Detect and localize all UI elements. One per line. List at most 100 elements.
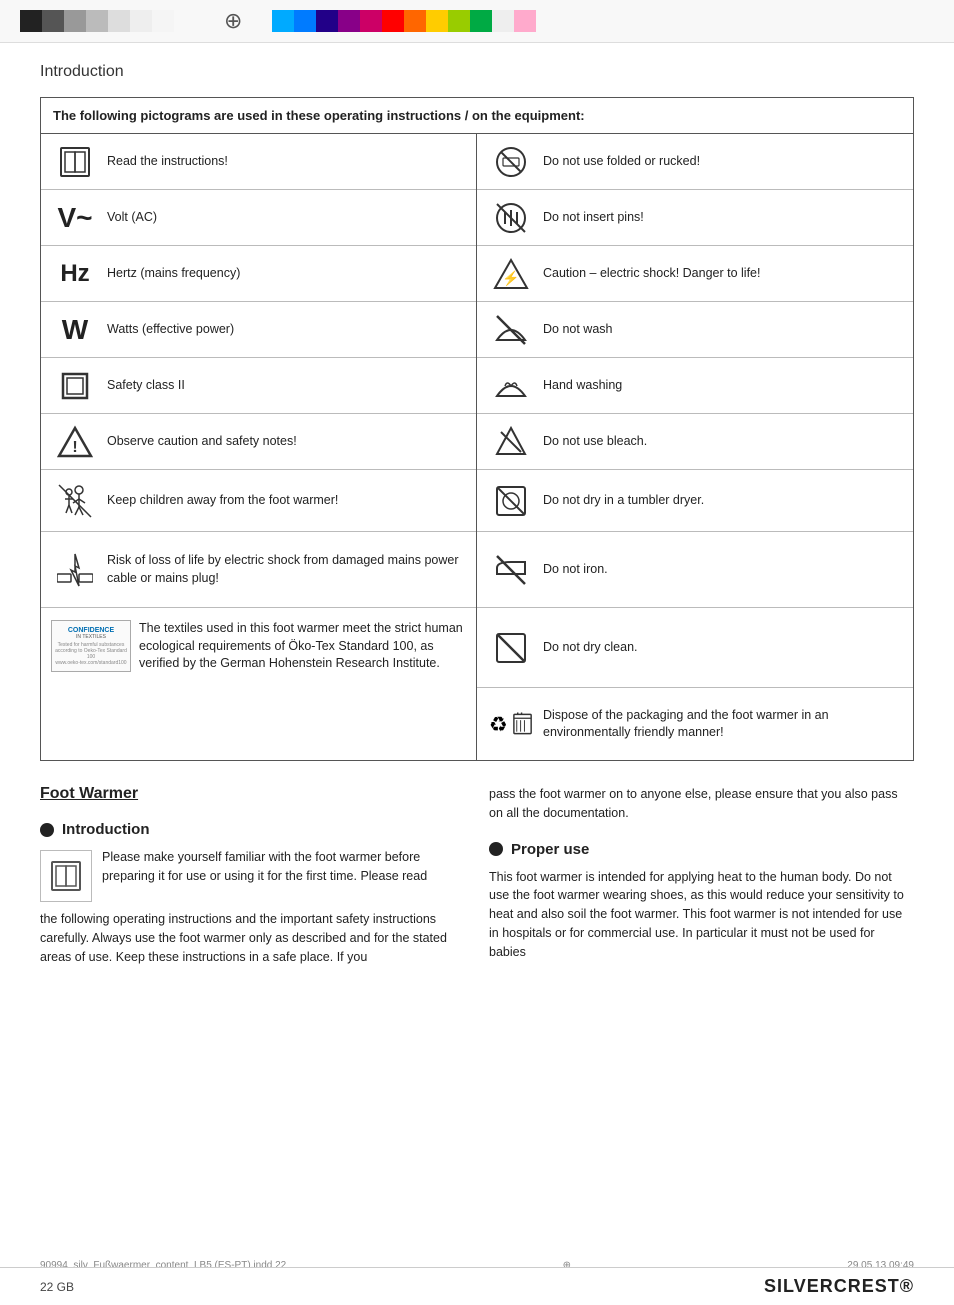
no-tumble-icon xyxy=(487,483,535,519)
picto-row-notumble: Do not dry in a tumbler dryer. xyxy=(477,470,913,532)
introduction-heading: Introduction xyxy=(40,821,465,838)
picto-text-electric: Risk of loss of life by electric shock f… xyxy=(107,552,466,587)
hz-icon: Hz xyxy=(51,260,99,288)
picto-col-right: Do not use folded or rucked! Do not inse… xyxy=(477,134,913,760)
swatch-cyan xyxy=(272,10,294,32)
picto-row-nodryclean: Do not dry clean. xyxy=(477,608,913,688)
introduction-body: Please make yourself familiar with the f… xyxy=(40,848,465,902)
no-iron-icon xyxy=(487,552,535,588)
picto-text-oekotex: The textiles used in this foot warmer me… xyxy=(139,620,466,673)
swatch-orange xyxy=(404,10,426,32)
picto-row-nofolded: Do not use folded or rucked! xyxy=(477,134,913,190)
svg-text:⚡: ⚡ xyxy=(502,270,519,287)
introduction-heading-text: Introduction xyxy=(62,821,149,838)
swatch-very-light-gray xyxy=(130,10,152,32)
picto-table-header: The following pictograms are used in the… xyxy=(41,98,913,134)
no-dry-clean-icon xyxy=(487,630,535,666)
swatch-red xyxy=(382,10,404,32)
watts-icon: W xyxy=(51,314,99,346)
picto-text-dispose: Dispose of the packaging and the foot wa… xyxy=(543,707,903,742)
svg-text:♻: ♻ xyxy=(489,714,508,737)
crosshair-icon: ⊕ xyxy=(224,8,242,34)
read-instructions-icon xyxy=(51,144,99,180)
electric-shock-icon xyxy=(51,552,99,588)
picto-text-nofolded: Do not use folded or rucked! xyxy=(543,153,700,171)
picto-row-watts: W Watts (effective power) xyxy=(41,302,476,358)
swatch-light-pink xyxy=(514,10,536,32)
no-bleach-icon xyxy=(487,424,535,460)
intro-text-cont: the following operating instructions and… xyxy=(40,910,465,966)
picto-text-caution: Observe caution and safety notes! xyxy=(107,433,297,451)
picto-text-nodryclean: Do not dry clean. xyxy=(543,639,638,657)
swatch-yellow xyxy=(426,10,448,32)
right-swatches xyxy=(272,10,536,32)
picto-row-hz: Hz Hertz (mains frequency) xyxy=(41,246,476,302)
picto-text-volt: Volt (AC) xyxy=(107,209,157,227)
page: ⊕ Introduction The following pictograms … xyxy=(0,0,954,1305)
picto-row-nowash: Do not wash xyxy=(477,302,913,358)
picto-grid: Read the instructions! V~ Volt (AC) Hz xyxy=(41,134,913,760)
pictogram-table: The following pictograms are used in the… xyxy=(40,97,914,761)
swatch-dark-gray xyxy=(42,10,64,32)
picto-text-nopins: Do not insert pins! xyxy=(543,209,644,227)
picto-row-oekotex: CONFIDENCE IN TEXTILES Tested for harmfu… xyxy=(41,608,476,708)
swatch-black xyxy=(20,10,42,32)
picto-row-noiron: Do not iron. xyxy=(477,532,913,608)
picto-text-safety: Safety class II xyxy=(107,377,185,395)
caution-icon: ! xyxy=(51,424,99,460)
picto-row-nobleach: Do not use bleach. xyxy=(477,414,913,470)
page-title: Introduction xyxy=(40,63,914,85)
picto-text-watts: Watts (effective power) xyxy=(107,321,234,339)
picto-row-electric: Risk of loss of life by electric shock f… xyxy=(41,532,476,608)
picto-col-left: Read the instructions! V~ Volt (AC) Hz xyxy=(41,134,477,760)
picto-text-read: Read the instructions! xyxy=(107,153,228,171)
page-number: 22 GB xyxy=(40,1280,74,1294)
swatch-yellow-green xyxy=(448,10,470,32)
picto-text-elec-danger: Caution – electric shock! Danger to life… xyxy=(543,265,760,283)
introduction-bullet xyxy=(40,823,54,837)
picto-text-children: Keep children away from the foot warmer! xyxy=(107,492,338,510)
safety-class-icon xyxy=(51,370,99,402)
picto-text-notumble: Do not dry in a tumbler dryer. xyxy=(543,492,704,510)
picto-text-handwash: Hand washing xyxy=(543,377,622,395)
intro-book-icon xyxy=(40,850,92,902)
picto-row-safety: Safety class II xyxy=(41,358,476,414)
proper-use-bullet xyxy=(489,842,503,856)
picto-row-caution: ! Observe caution and safety notes! xyxy=(41,414,476,470)
swatch-dark-blue xyxy=(316,10,338,32)
picto-row-elec-danger: ⚡ Caution – electric shock! Danger to li… xyxy=(477,246,913,302)
picto-row-handwash: Hand washing xyxy=(477,358,913,414)
picto-text-noiron: Do not iron. xyxy=(543,561,608,579)
foot-warmer-section: Foot Warmer Introduction Please make you… xyxy=(40,785,914,966)
picto-text-nobleach: Do not use bleach. xyxy=(543,433,647,451)
picto-text-nowash: Do not wash xyxy=(543,321,612,339)
oekotex-icon: CONFIDENCE IN TEXTILES Tested for harmfu… xyxy=(51,620,131,672)
swatch-lighter-gray xyxy=(108,10,130,32)
main-content: Introduction The following pictograms ar… xyxy=(0,43,954,998)
no-wash-icon xyxy=(487,312,535,348)
volt-icon: V~ xyxy=(51,202,99,234)
pass-on-text: pass the foot warmer on to anyone else, … xyxy=(489,785,914,823)
swatch-green xyxy=(470,10,492,32)
swatch-light-gray xyxy=(86,10,108,32)
proper-use-heading-text: Proper use xyxy=(511,841,589,858)
picto-row-dispose: ♻ Dispose of the packaging and the foot … xyxy=(477,688,913,760)
fw-left-col: Foot Warmer Introduction Please make you… xyxy=(40,785,465,966)
swatch-near-white xyxy=(152,10,174,32)
picto-row-volt: V~ Volt (AC) xyxy=(41,190,476,246)
hand-wash-icon xyxy=(487,368,535,404)
no-folded-icon xyxy=(487,144,535,180)
picto-text-hz: Hertz (mains frequency) xyxy=(107,265,240,283)
swatch-pink xyxy=(360,10,382,32)
brand-name: SILVERCREST® xyxy=(764,1276,914,1297)
svg-text:!: ! xyxy=(72,439,77,456)
electric-danger-icon: ⚡ xyxy=(487,256,535,292)
picto-row-read: Read the instructions! xyxy=(41,134,476,190)
swatch-blue xyxy=(294,10,316,32)
proper-use-heading: Proper use xyxy=(489,841,914,858)
picto-row-children: Keep children away from the foot warmer! xyxy=(41,470,476,532)
fw-right-col: pass the foot warmer on to anyone else, … xyxy=(489,785,914,966)
swatch-purple xyxy=(338,10,360,32)
children-away-icon xyxy=(51,483,99,519)
foot-warmer-title: Foot Warmer xyxy=(40,785,465,803)
